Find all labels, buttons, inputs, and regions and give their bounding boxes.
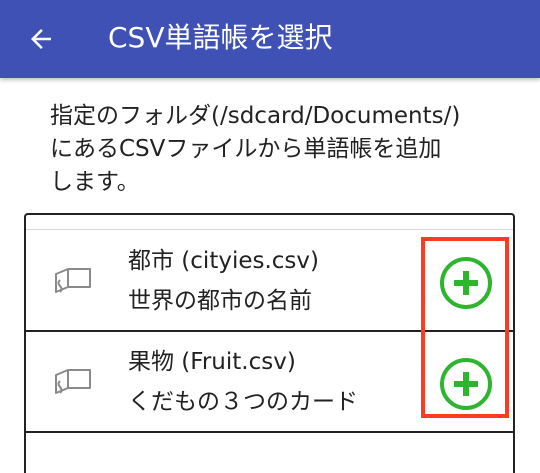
description-text: 指定のフォルダ(/sdcard/Documents/) にあるCSVファイルから…: [50, 100, 520, 199]
list-divider: [26, 431, 513, 433]
list-item[interactable]: 都市 (cityies.csv) 世界の都市の名前: [26, 231, 513, 331]
book-icon: [55, 268, 91, 293]
list-item[interactable]: 果物 (Fruit.csv) くだもの３つのカード: [26, 332, 513, 432]
description-line: します。: [50, 169, 140, 195]
arrow-left-icon: [31, 29, 51, 49]
item-title: 果物 (Fruit.csv): [128, 349, 296, 375]
add-circle-icon[interactable]: [438, 356, 494, 412]
add-circle-icon[interactable]: [438, 255, 494, 311]
page-title: CSV単語帳を選択: [108, 21, 333, 54]
item-subtitle: 世界の都市の名前: [128, 288, 312, 314]
description-line: 指定のフォルダ(/sdcard/Documents/): [50, 103, 461, 129]
item-subtitle: くだもの３つのカード: [128, 389, 358, 415]
description-line: にあるCSVファイルから単語帳を追加: [50, 136, 442, 162]
item-title: 都市 (cityies.csv): [128, 248, 319, 274]
app-bar: CSV単語帳を選択: [0, 0, 540, 78]
back-button[interactable]: [16, 14, 66, 64]
book-icon: [55, 369, 91, 394]
list-divider: [26, 229, 513, 230]
wordbook-list: 都市 (cityies.csv) 世界の都市の名前 果物 (Fruit.csv)…: [24, 213, 515, 473]
